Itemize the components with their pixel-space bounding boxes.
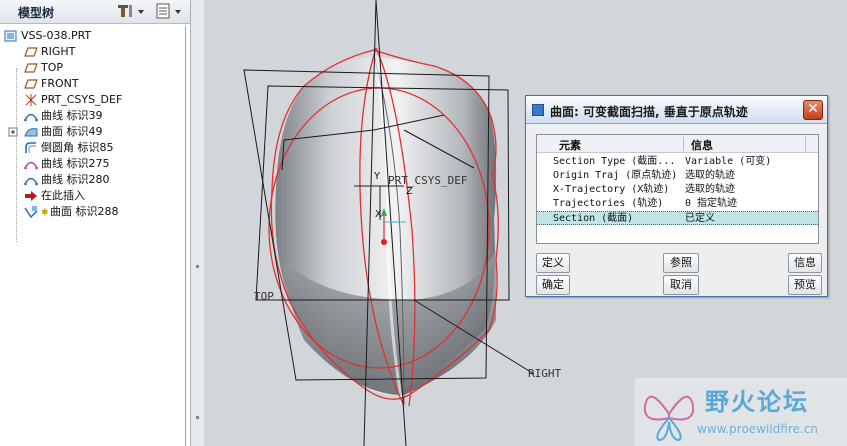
tree-item-insert-here[interactable]: 在此插入 (24, 188, 85, 204)
curve-icon (24, 157, 38, 171)
info-cell: 0 指定轨迹 (685, 198, 738, 209)
curve-icon (24, 109, 38, 123)
table-row[interactable]: Trajectories (轨迹) 0 指定轨迹 (537, 197, 818, 211)
element-cell: Origin Traj (原点轨迹) (553, 170, 678, 181)
plane-right-label: RIGHT (528, 367, 562, 380)
tree-item-label: FRONT (41, 77, 79, 90)
tree-item-label: 曲面 标识288 (50, 205, 119, 218)
curve-icon (24, 173, 38, 187)
table-row[interactable]: Origin Traj (原点轨迹) 选取的轨迹 (537, 169, 818, 183)
tree-item-label: 曲线 标识275 (41, 157, 110, 170)
csys-icon (24, 93, 38, 107)
ok-button[interactable]: 确定 (536, 275, 570, 295)
tree-item-right[interactable]: RIGHT (24, 44, 75, 60)
preview-button[interactable]: 预览 (788, 275, 822, 295)
column-divider (683, 137, 684, 151)
tree-item-label: PRT_CSYS_DEF (41, 93, 123, 106)
tree-item-label: 倒圆角 标识85 (41, 141, 114, 154)
watermark-text: 野火论坛 (705, 388, 809, 416)
element-cell: Trajectories (轨迹) (553, 198, 664, 209)
datum-plane-icon (24, 45, 38, 59)
info-cell: 选取的轨迹 (685, 184, 735, 195)
axis-y-label: Y (374, 171, 381, 182)
references-button[interactable]: 参照 (663, 253, 699, 273)
table-row[interactable]: Section Type (截面... Variable (可变) (537, 155, 818, 169)
watermark: 野火论坛 www.proewildfire.cn (635, 378, 847, 446)
tree-item-curve280[interactable]: 曲线 标识280 (24, 172, 110, 188)
table-row-selected[interactable]: Section (截面) 已定义 (537, 211, 818, 225)
axis-x-label: X (375, 209, 382, 220)
plane-top-label: TOP (254, 290, 274, 303)
model-tree: VSS-038.PRT RIGHT TOP FRONT PRT_CSYS_DEF… (0, 26, 186, 446)
tree-item-surface288[interactable]: ✱ 曲面 标识288 (24, 204, 119, 220)
dialog-title: 曲面: 可变截面扫描, 垂直于原点轨迹 (550, 105, 748, 119)
svg-text:✱: ✱ (41, 208, 49, 218)
round-icon (24, 141, 38, 155)
watermark-url: www.proewildfire.cn (697, 422, 818, 436)
tree-item-label: 曲线 标识39 (41, 109, 103, 122)
axis-z-label: Z (406, 186, 413, 197)
close-button[interactable]: ✕ (803, 100, 823, 120)
insert-arrow-icon (24, 189, 38, 203)
element-cell: X-Trajectory (X轨迹) (553, 184, 670, 195)
info-button[interactable]: 信息 (788, 253, 822, 273)
tree-item-front[interactable]: FRONT (24, 76, 79, 92)
info-cell: Variable (可变) (685, 156, 772, 167)
tree-item-csys[interactable]: PRT_CSYS_DEF (24, 92, 122, 108)
tree-item-top[interactable]: TOP (24, 60, 63, 76)
surface-icon (24, 125, 38, 139)
column-info: 信息 (691, 139, 713, 152)
part-icon (4, 29, 18, 43)
tree-item-part[interactable]: VSS-038.PRT (4, 28, 91, 44)
table-row[interactable]: X-Trajectory (X轨迹) 选取的轨迹 (537, 183, 818, 197)
tree-item-label: TOP (41, 61, 64, 74)
tree-item-label: 在此插入 (41, 189, 85, 202)
datum-plane-icon (24, 77, 38, 91)
variable-section-sweep-dialog: 曲面: 可变截面扫描, 垂直于原点轨迹 ✕ 元素 信息 Section Type… (525, 95, 828, 297)
element-cell: Section (截面) (553, 213, 634, 224)
sweep-surface-icon (24, 205, 38, 219)
expand-plus-icon[interactable] (8, 125, 18, 139)
tree-item-curve39[interactable]: 曲线 标识39 (24, 108, 103, 124)
modified-star-icon: ✱ (41, 205, 49, 219)
tree-item-label: VSS-038.PRT (21, 29, 92, 42)
tree-item-label: 曲线 标识280 (41, 173, 110, 186)
tree-show-icon[interactable] (154, 2, 186, 20)
tree-connector-line (16, 68, 17, 242)
model-tree-title: 模型树 (18, 6, 55, 20)
column-element: 元素 (559, 139, 581, 152)
datum-plane-icon (24, 61, 38, 75)
model-tree-header: 模型树 (0, 0, 190, 24)
tree-item-round85[interactable]: 倒圆角 标识85 (24, 140, 114, 156)
csys-origin-marker (381, 239, 387, 245)
butterfly-logo-icon (643, 395, 695, 442)
info-cell: 选取的轨迹 (685, 170, 735, 181)
info-cell: 已定义 (685, 213, 715, 224)
cancel-button[interactable]: 取消 (663, 275, 699, 295)
define-button[interactable]: 定义 (536, 253, 570, 273)
tree-item-surface49[interactable]: 曲面 标识49 (8, 124, 103, 140)
element-table: 元素 信息 Section Type (截面... Variable (可变) … (536, 134, 819, 244)
splitter-grip (196, 265, 199, 268)
column-divider (805, 137, 806, 151)
dialog-window-icon (532, 104, 544, 116)
dialog-titlebar[interactable]: 曲面: 可变截面扫描, 垂直于原点轨迹 ✕ (526, 96, 827, 124)
model-tree-panel: 模型树 VSS-038.PRT RIGHT TOP FRONT PRT_CSYS… (0, 0, 190, 446)
tree-item-label: 曲面 标识49 (41, 125, 103, 138)
panel-splitter[interactable] (190, 0, 204, 446)
element-cell: Section Type (截面... (553, 156, 676, 167)
element-table-header: 元素 信息 (537, 135, 818, 153)
tree-item-curve275[interactable]: 曲线 标识275 (24, 156, 110, 172)
tree-item-label: RIGHT (41, 45, 76, 58)
tree-settings-icon[interactable] (116, 2, 148, 20)
csys-label: PRT_CSYS_DEF (388, 174, 468, 187)
splitter-grip (196, 416, 199, 419)
